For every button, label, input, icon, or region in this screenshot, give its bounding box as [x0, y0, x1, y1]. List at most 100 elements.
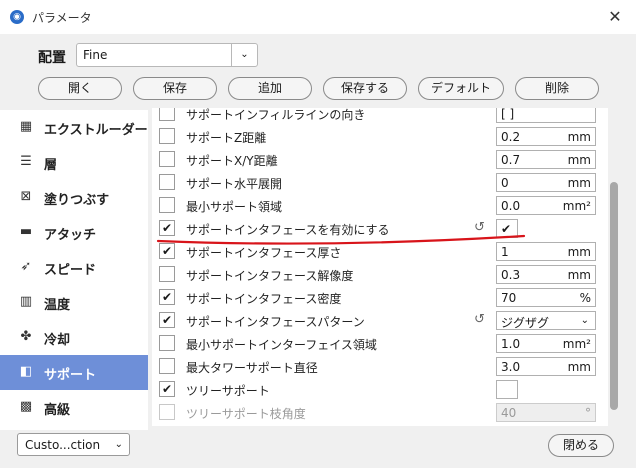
sidebar-item-label: 高級	[44, 403, 71, 418]
setting-value-field[interactable]: 0.0 mm²	[496, 196, 596, 215]
setting-value-field[interactable]: 1.0 mm²	[496, 334, 596, 353]
add-button[interactable]: 追加	[228, 77, 312, 100]
setting-label: サポートインフィルラインの向き	[186, 108, 366, 122]
setting-label: サポートインタフェース厚さ	[186, 246, 342, 260]
sidebar-item-layer[interactable]: ☰ 層	[0, 145, 148, 180]
briefcase-icon: ▬	[19, 224, 33, 239]
setting-row: 最小サポート領域 0.0 mm²	[152, 194, 608, 217]
reset-icon[interactable]: ↺	[474, 312, 485, 327]
save-as-button[interactable]: 保存する	[323, 77, 407, 100]
setting-value-field[interactable]: 0.7 mm	[496, 150, 596, 169]
setting-value-field: 40 °	[496, 403, 596, 422]
setting-value-field[interactable]: 70 %	[496, 288, 596, 307]
setting-label: 最小サポートインターフェイス領域	[186, 338, 377, 352]
setting-value: 70	[501, 291, 517, 305]
setting-checkbox[interactable]: ✔	[159, 312, 175, 328]
window-title: パラメータ	[32, 11, 92, 25]
sidebar-item-label: スピード	[44, 263, 97, 278]
setting-row: ✔ サポートインタフェース密度 70 %	[152, 286, 608, 309]
delete-button[interactable]: 削除	[515, 77, 599, 100]
setting-label: サポートインタフェース密度	[186, 292, 342, 306]
setting-value-field[interactable]: 0 mm	[496, 173, 596, 192]
setting-checkbox[interactable]: ✔	[159, 220, 175, 236]
reset-icon[interactable]: ↺	[474, 220, 485, 235]
setting-checkbox[interactable]: ✔	[159, 289, 175, 305]
setting-label: 最小サポート領域	[186, 200, 283, 214]
scrollbar-thumb[interactable]	[610, 182, 618, 410]
setting-checkbox[interactable]	[159, 108, 175, 121]
app-logo-icon: ◉	[10, 10, 24, 24]
fan-icon: ✤	[20, 329, 32, 344]
setting-value-field[interactable]: 3.0 mm	[496, 357, 596, 376]
sidebar-item-temperature[interactable]: ▥ 温度	[0, 285, 148, 320]
setting-value-field[interactable]: 0.3 mm	[496, 265, 596, 284]
preset-label: 配置	[38, 50, 66, 66]
setting-value-field[interactable]: 0.2 mm	[496, 127, 596, 146]
setting-value: 0.0	[501, 199, 521, 213]
setting-value-field[interactable]: 1 mm	[496, 242, 596, 261]
close-dialog-button[interactable]: 閉める	[548, 434, 614, 457]
sidebar-item-label: 温度	[44, 298, 71, 313]
title-bar: ◉ パラメータ ✕	[0, 0, 636, 34]
sidebar-item-cooling[interactable]: ✤ 冷却	[0, 320, 148, 355]
open-button[interactable]: 開く	[38, 77, 122, 100]
setting-checkbox[interactable]: ✔	[159, 381, 175, 397]
setting-checkbox[interactable]	[159, 197, 175, 213]
save-button[interactable]: 保存	[133, 77, 217, 100]
temperature-icon: ▥	[19, 294, 33, 309]
chevron-down-icon: ⌄	[114, 439, 123, 450]
setting-checkbox[interactable]	[159, 174, 175, 190]
advanced-icon: ▩	[19, 399, 33, 414]
sidebar-item-label: 塗りつぶす	[44, 193, 110, 208]
setting-checkbox[interactable]	[159, 266, 175, 282]
chevron-down-icon[interactable]: ⌄	[231, 44, 257, 66]
setting-value: 0.2	[501, 130, 521, 144]
sidebar-item-attach[interactable]: ▬ アタッチ	[0, 215, 148, 250]
setting-checkbox[interactable]: ✔	[159, 243, 175, 259]
sidebar-item-speed[interactable]: ➶ スピード	[0, 250, 148, 285]
setting-label: ツリーサポート枝角度	[186, 407, 306, 421]
setting-unit: mm	[567, 268, 591, 282]
setting-label: サポートX/Y距離	[186, 154, 278, 168]
setting-value-checkbox[interactable]	[496, 380, 518, 399]
check-icon: ✔	[501, 222, 512, 236]
sidebar-item-label: エクストルーダー	[44, 123, 148, 138]
setting-value: ジグザグ	[501, 316, 550, 330]
default-button[interactable]: デフォルト	[418, 77, 504, 100]
setting-value: 0	[501, 176, 509, 190]
setting-value: [ ]	[501, 108, 515, 121]
mode-dropdown[interactable]: Custo...ction ⌄	[17, 433, 130, 456]
setting-row: ✔ サポートインタフェースパターン ↺ ジグザグ ⌄	[152, 309, 608, 332]
setting-value: 40	[501, 406, 517, 420]
setting-value-field[interactable]: [ ]	[496, 108, 596, 123]
window-close-button[interactable]: ✕	[604, 6, 626, 28]
sidebar-item-extruder[interactable]: ▦ エクストルーダー	[0, 110, 148, 145]
setting-value: 1.0	[501, 337, 521, 351]
category-sidebar: ▦ エクストルーダー ☰ 層 ⊠ 塗りつぶす ▬ アタッチ ➶ スピード ▥ 温…	[0, 110, 148, 430]
support-icon: ◧	[19, 364, 33, 379]
settings-list: サポートインフィルラインの向き [ ] サポートZ距離 0.2 mm サポートX…	[152, 108, 608, 426]
setting-row: 最大タワーサポート直径 3.0 mm	[152, 355, 608, 378]
sidebar-item-label: アタッチ	[44, 228, 97, 243]
setting-checkbox[interactable]	[159, 335, 175, 351]
preset-dropdown[interactable]: Fine ⌄	[76, 43, 258, 67]
setting-unit: mm²	[562, 337, 591, 351]
setting-value-checkbox[interactable]: ✔	[496, 219, 518, 238]
setting-row: サポートX/Y距離 0.7 mm	[152, 148, 608, 171]
setting-row: ✔ サポートインタフェースを有効にする ↺ ✔	[152, 217, 608, 240]
setting-checkbox[interactable]	[159, 358, 175, 374]
setting-label: 最大タワーサポート直径	[186, 361, 318, 375]
setting-checkbox[interactable]	[159, 128, 175, 144]
setting-unit: mm	[567, 245, 591, 259]
sidebar-item-support[interactable]: ◧ サポート	[0, 355, 148, 390]
setting-value: 0.7	[501, 153, 521, 167]
setting-checkbox[interactable]	[159, 151, 175, 167]
pattern-dropdown[interactable]: ジグザグ ⌄	[496, 311, 596, 330]
extruder-icon: ▦	[19, 119, 33, 134]
sidebar-item-advanced[interactable]: ▩ 高級	[0, 390, 148, 425]
setting-value: 0.3	[501, 268, 521, 282]
setting-unit: mm	[567, 360, 591, 374]
setting-value: 3.0	[501, 360, 521, 374]
preset-value: Fine	[83, 48, 108, 62]
sidebar-item-infill[interactable]: ⊠ 塗りつぶす	[0, 180, 148, 215]
